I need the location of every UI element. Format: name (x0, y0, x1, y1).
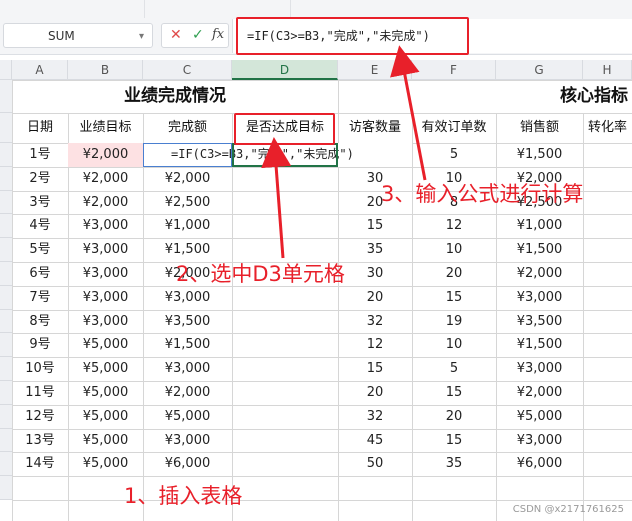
arrow-to-formula (390, 45, 427, 181)
watermark: CSDN @x2171761625 (512, 504, 624, 515)
arrow-to-d3 (261, 137, 292, 259)
annotation-arrows (261, 45, 427, 259)
